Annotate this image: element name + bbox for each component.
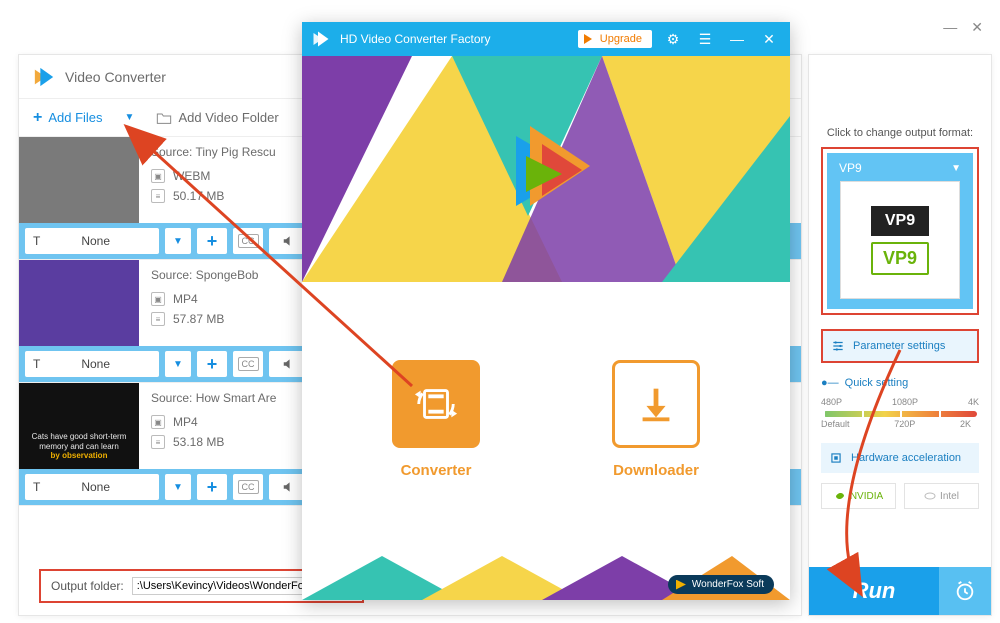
source-label: Source:	[151, 145, 192, 159]
thumbnail[interactable]	[19, 260, 139, 346]
speaker-icon	[282, 480, 296, 494]
subtitle-select[interactable]: TNone	[25, 228, 159, 254]
video-file-icon: ▣	[151, 169, 165, 183]
quality-slider[interactable]	[823, 411, 977, 417]
downloader-label: Downloader	[586, 462, 726, 479]
format-value: WEBM	[173, 169, 210, 183]
output-panel: — ✕ Click to change output format: VP9 ▼…	[808, 54, 992, 616]
launcher-body: Converter Downloader	[302, 282, 790, 556]
sliders-icon	[831, 339, 845, 353]
list-icon[interactable]: ☰	[694, 31, 716, 48]
cc-button[interactable]: CC	[233, 228, 263, 254]
app-logo-icon	[33, 66, 55, 88]
subtitle-dropdown[interactable]: ▼	[165, 351, 191, 377]
parameter-settings-button[interactable]: Parameter settings	[823, 331, 977, 361]
thumbnail[interactable]: Cats have good short-term memory and can…	[19, 383, 139, 469]
subtitle-select[interactable]: TNone	[25, 474, 159, 500]
gear-icon[interactable]: ⚙	[662, 31, 684, 48]
hero-banner	[302, 56, 790, 282]
downloader-icon	[612, 360, 700, 448]
downloader-tile[interactable]: Downloader	[586, 360, 726, 479]
intel-badge: Intel	[904, 483, 979, 509]
launcher-footer: WonderFox Soft	[302, 556, 790, 600]
run-button[interactable]: Run	[809, 567, 939, 615]
parameter-label: Parameter settings	[853, 340, 945, 352]
video-file-icon: ▣	[151, 292, 165, 306]
output-folder-label: Output folder:	[51, 579, 124, 593]
size-icon: ≡	[151, 312, 165, 326]
add-subtitle-button[interactable]: +	[197, 351, 227, 377]
intel-icon	[924, 490, 936, 502]
source-label: Source:	[151, 268, 192, 282]
format-name: VP9	[839, 161, 862, 175]
launcher-titlebar: HD Video Converter Factory Upgrade ⚙ ☰ —…	[302, 22, 790, 56]
source-name: Tiny Pig Rescu	[195, 145, 275, 159]
minimize-button[interactable]: —	[726, 31, 748, 47]
upgrade-button[interactable]: Upgrade	[578, 30, 652, 48]
quick-setting: ●—Quick setting 480P 1080P 4K Default 72…	[821, 377, 979, 429]
vp9-green-badge: VP9	[871, 242, 929, 275]
converter-label: Converter	[366, 462, 506, 479]
output-hint: Click to change output format:	[827, 127, 973, 139]
parameter-highlight: Parameter settings	[821, 329, 979, 363]
size-value: 50.17 MB	[173, 189, 224, 203]
source-label: Source:	[151, 391, 192, 405]
launcher-title: HD Video Converter Factory	[340, 32, 491, 46]
add-subtitle-button[interactable]: +	[197, 228, 227, 254]
format-value: MP4	[173, 292, 198, 306]
format-value: MP4	[173, 415, 198, 429]
cc-button[interactable]: CC	[233, 351, 263, 377]
speaker-icon	[282, 357, 296, 371]
subtitle-select[interactable]: TNone	[25, 351, 159, 377]
size-value: 57.87 MB	[173, 312, 224, 326]
vp9-dark-badge: VP9	[871, 206, 929, 236]
schedule-button[interactable]	[939, 567, 991, 615]
vendor-row: NVIDIA Intel	[821, 483, 979, 509]
brand-badge: WonderFox Soft	[668, 575, 774, 594]
plus-icon: +	[33, 110, 42, 126]
nvidia-icon	[834, 490, 846, 502]
hw-label: Hardware acceleration	[851, 452, 961, 464]
size-icon: ≡	[151, 435, 165, 449]
subtitle-dropdown[interactable]: ▼	[165, 474, 191, 500]
add-files-button[interactable]: + Add Files	[33, 110, 103, 126]
close-button[interactable]: ✕	[971, 19, 983, 36]
chip-icon	[829, 451, 843, 465]
hardware-accel-button[interactable]: Hardware acceleration	[821, 443, 979, 473]
speaker-icon	[282, 234, 296, 248]
video-file-icon: ▣	[151, 415, 165, 429]
subtitle-dropdown[interactable]: ▼	[165, 228, 191, 254]
thumbnail[interactable]	[19, 137, 139, 223]
close-button[interactable]: ✕	[758, 31, 780, 48]
minimize-button[interactable]: —	[943, 19, 957, 36]
add-subtitle-button[interactable]: +	[197, 474, 227, 500]
output-format-highlight: VP9 ▼ VP9 VP9	[821, 147, 979, 315]
window-title: Video Converter	[65, 69, 166, 85]
size-icon: ≡	[151, 189, 165, 203]
converter-tile[interactable]: Converter	[366, 360, 506, 479]
converter-icon	[392, 360, 480, 448]
add-files-label: Add Files	[48, 110, 102, 125]
quick-setting-label: Quick setting	[845, 377, 909, 389]
launcher-window: HD Video Converter Factory Upgrade ⚙ ☰ —…	[302, 22, 790, 600]
app-logo-icon	[312, 30, 330, 48]
alarm-icon	[954, 580, 976, 602]
source-name: How Smart Are	[196, 391, 277, 405]
add-folder-label: Add Video Folder	[178, 110, 278, 125]
nvidia-badge: NVIDIA	[821, 483, 896, 509]
add-folder-button[interactable]: Add Video Folder	[156, 110, 278, 125]
triangles-art	[302, 56, 790, 282]
run-bar: Run	[809, 567, 991, 615]
folder-icon	[156, 111, 172, 125]
size-value: 53.18 MB	[173, 435, 224, 449]
output-format-button[interactable]: VP9 ▼ VP9 VP9	[827, 153, 973, 309]
cc-button[interactable]: CC	[233, 474, 263, 500]
chevron-down-icon[interactable]: ▼	[125, 112, 135, 123]
chevron-down-icon: ▼	[951, 163, 961, 174]
source-name: SpongeBob	[196, 268, 259, 282]
format-card: VP9 VP9	[840, 181, 960, 299]
